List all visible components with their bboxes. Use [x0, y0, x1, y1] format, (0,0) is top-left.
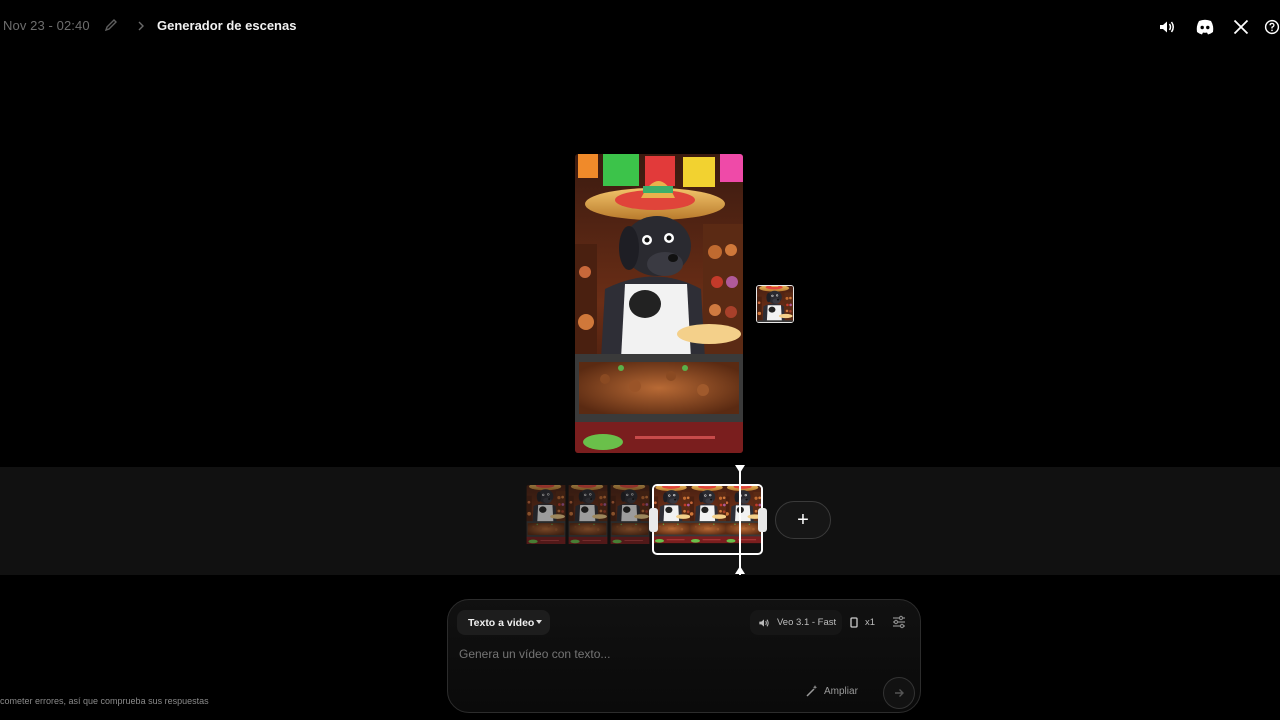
disclaimer-text: cometer errores, así que comprueba sus r…: [0, 696, 209, 706]
timeline-clips: [525, 484, 767, 555]
video-preview[interactable]: [575, 154, 743, 453]
send-button[interactable]: [883, 677, 915, 709]
model-label: Veo 3.1 - Fast: [777, 617, 837, 628]
add-clip-button[interactable]: +: [775, 501, 831, 539]
scene-image: [575, 154, 743, 453]
help-icon[interactable]: [1264, 16, 1280, 38]
playhead-handle-bottom[interactable]: [735, 566, 745, 574]
speaker-icon[interactable]: [1156, 16, 1178, 38]
expand-label: Ampliar: [824, 685, 858, 697]
portrait-aspect-icon: [850, 617, 858, 628]
clip-frames: [525, 485, 651, 554]
timeline-clip[interactable]: [525, 485, 651, 554]
prompt-composer: Texto a video Veo 3.1 - Fast x1 Ampliar: [447, 599, 921, 713]
timeline-clip-selected[interactable]: [652, 484, 763, 555]
speaker-icon: [759, 618, 769, 627]
chevron-right-icon: [134, 18, 148, 34]
project-date-label[interactable]: Nov 23 - 02:40: [3, 18, 90, 33]
model-selector[interactable]: Veo 3.1 - Fast: [750, 610, 842, 635]
top-bar: Nov 23 - 02:40 Generador de escenas: [0, 0, 1280, 52]
magic-wand-icon: [806, 685, 818, 697]
mode-label: Texto a video: [468, 616, 535, 629]
caret-down-icon: [536, 620, 542, 624]
arrow-right-icon: [895, 689, 904, 697]
scene-thumbnail-image: [757, 286, 793, 322]
scene-thumbnail[interactable]: [756, 285, 794, 323]
sliders-icon[interactable]: [891, 614, 907, 630]
page-title: Generador de escenas: [157, 18, 297, 33]
expand-button[interactable]: Ampliar: [805, 683, 858, 699]
playhead-handle-top[interactable]: [735, 465, 745, 473]
pencil-icon[interactable]: [104, 18, 118, 34]
trim-handle-left[interactable]: [649, 508, 658, 532]
output-count-label: x1: [865, 617, 876, 628]
mode-dropdown[interactable]: Texto a video: [457, 610, 550, 635]
clip-frames: [654, 486, 761, 553]
playhead[interactable]: [739, 467, 741, 575]
timeline: [0, 467, 1280, 575]
output-settings[interactable]: x1: [850, 610, 884, 635]
x-logo-icon[interactable]: [1230, 16, 1252, 38]
prompt-input[interactable]: [459, 645, 899, 663]
trim-handle-right[interactable]: [758, 508, 767, 532]
discord-icon[interactable]: [1194, 16, 1216, 38]
